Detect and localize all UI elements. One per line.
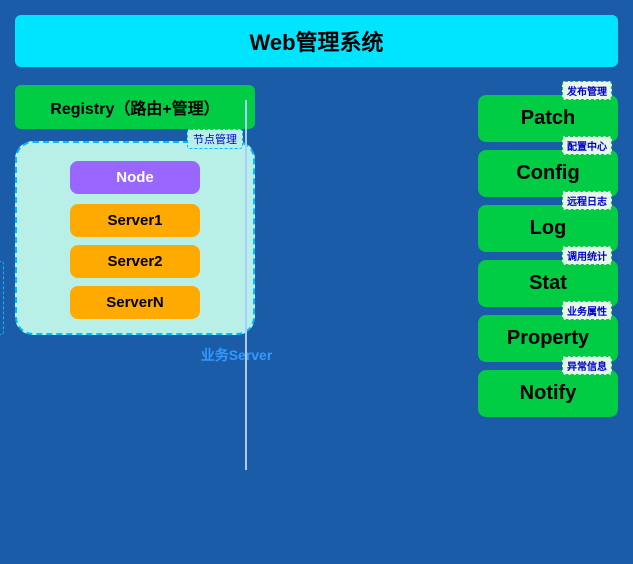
stat-tag: 调用统计 — [562, 246, 612, 265]
patch-tag: 发布管理 — [562, 81, 612, 100]
vertical-divider — [245, 100, 247, 470]
right-item-notify: 异常信息 Notify — [478, 370, 618, 417]
right-item-patch: 发布管理 Patch — [478, 95, 618, 142]
right-side: 发布管理 Patch 配置中心 Config 远程日志 — [478, 85, 618, 417]
log-box: 远程日志 Log — [478, 205, 618, 252]
node-box: Node — [70, 161, 200, 194]
property-tag: 业务属性 — [562, 301, 612, 320]
app-node-label: 应用节点 — [0, 261, 4, 335]
main-container: Web管理系统 Registry（路由+管理） 应用节点 节点管理 — [0, 0, 633, 564]
server-box-2: Server2 — [70, 245, 200, 278]
registry-label: Registry（路由+管理） — [50, 101, 219, 118]
registry-box: Registry（路由+管理） — [15, 85, 255, 129]
notify-tag: 异常信息 — [562, 356, 612, 375]
title-bar: Web管理系统 — [15, 15, 618, 67]
page-title: Web管理系统 — [249, 30, 383, 55]
property-box: 业务属性 Property — [478, 315, 618, 362]
server-box-1: Server1 — [70, 204, 200, 237]
config-tag: 配置中心 — [562, 136, 612, 155]
node-management-tag: 节点管理 — [187, 129, 243, 149]
stat-box: 调用统计 Stat — [478, 260, 618, 307]
right-item-log: 远程日志 Log — [478, 205, 618, 252]
server-box-n: ServerN — [70, 286, 200, 319]
right-item-config: 配置中心 Config — [478, 150, 618, 197]
left-side: Registry（路由+管理） 应用节点 节点管理 Node — [15, 85, 458, 365]
node-management-area: 节点管理 Node Server1 Server2 ServerN — [15, 141, 255, 335]
right-item-property: 业务属性 Property — [478, 315, 618, 362]
config-box: 配置中心 Config — [478, 150, 618, 197]
log-tag: 远程日志 — [562, 191, 612, 210]
business-server-label: 业务Server — [15, 345, 458, 365]
notify-box: 异常信息 Notify — [478, 370, 618, 417]
right-item-stat: 调用统计 Stat — [478, 260, 618, 307]
content-area: Registry（路由+管理） 应用节点 节点管理 Node — [15, 85, 618, 417]
patch-box: 发布管理 Patch — [478, 95, 618, 142]
